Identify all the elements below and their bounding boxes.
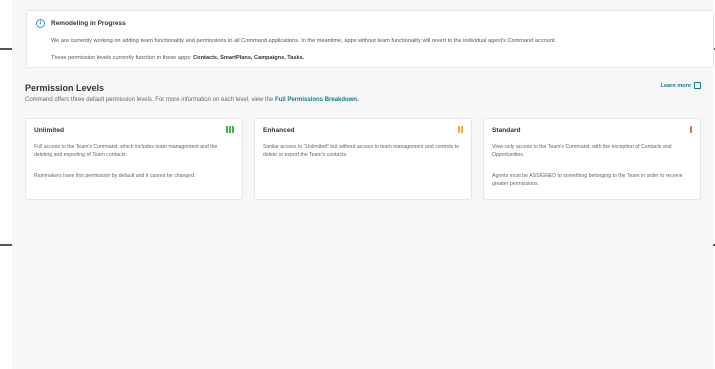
info-icon: i (36, 19, 45, 28)
card-title: Enhanced (263, 127, 295, 134)
notice-apps-prefix: These permission levels currently functi… (51, 55, 192, 61)
level-indicator-icon (226, 126, 234, 133)
content-panel: i Remodeling in Progress We are currentl… (12, 0, 714, 369)
notice-apps: These permission levels currently functi… (51, 55, 304, 61)
edge-marker-bottom-left (0, 244, 12, 246)
card-description: View-only access to the Team's Command, … (492, 144, 672, 158)
external-link-icon (694, 82, 701, 89)
learn-more-link[interactable]: Learn more (661, 82, 701, 89)
card-description: Full access to the Team's Command, which… (34, 144, 218, 158)
permission-card-unlimited: Unlimited Full access to the Team's Comm… (25, 118, 243, 200)
card-title: Unlimited (34, 127, 65, 134)
section-subtitle: Command offers three default permission … (25, 97, 359, 103)
section-subtitle-text: Command offers three default permission … (25, 97, 274, 103)
card-description: Similar access to "Unlimited" but withou… (263, 144, 459, 158)
card-note: Rainmakers have this permission by defau… (34, 173, 196, 179)
notice-body: We are currently working on adding team … (51, 38, 556, 44)
level-indicator-icon (458, 126, 463, 133)
learn-more-label: Learn more (660, 82, 691, 89)
permission-card-enhanced: Enhanced Similar access to "Unlimited" b… (254, 118, 472, 200)
card-note: Agents must be ASSIGNED to something bel… (492, 173, 683, 187)
card-title: Standard (492, 127, 521, 134)
notice-apps-list: Contacts, SmartPlans, Campaigns, Tasks. (193, 55, 305, 61)
permission-card-standard: Standard View-only access to the Team's … (483, 118, 701, 200)
remodeling-notice: i Remodeling in Progress We are currentl… (26, 10, 714, 68)
edge-marker-top-left (0, 48, 12, 50)
full-permissions-breakdown-link[interactable]: Full Permissions Breakdown. (275, 97, 359, 103)
section-title: Permission Levels (25, 83, 105, 93)
notice-title: Remodeling in Progress (51, 20, 126, 27)
level-indicator-icon (690, 126, 692, 133)
